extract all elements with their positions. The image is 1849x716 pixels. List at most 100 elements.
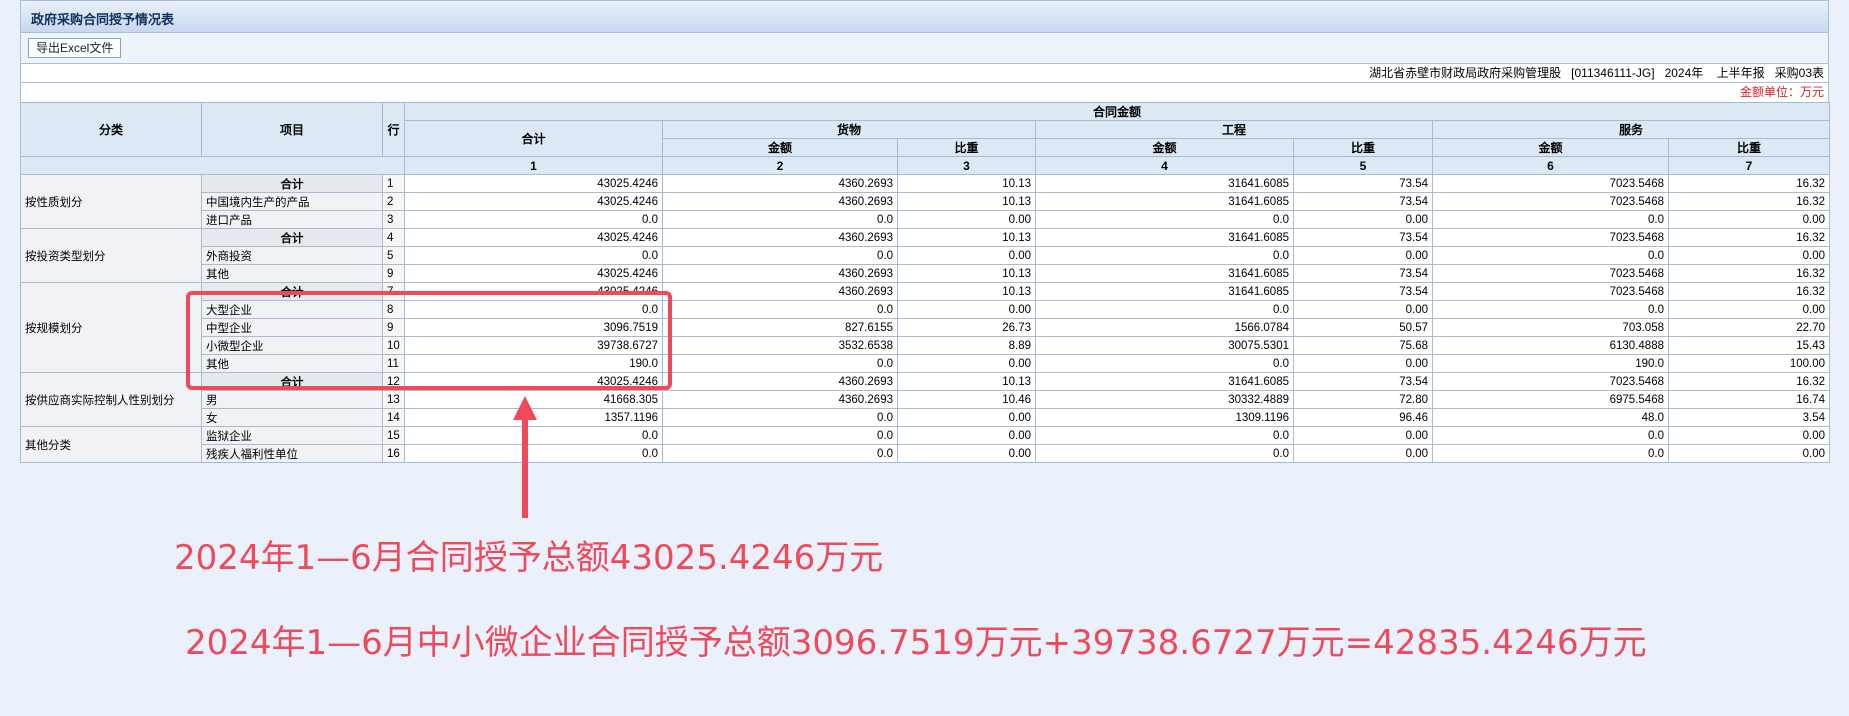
export-excel-button[interactable]: 导出Excel文件 [28, 38, 122, 58]
cell-total: 0.0 [404, 444, 663, 463]
cell-eng-ratio: 73.54 [1293, 264, 1433, 283]
cell-total: 43025.4246 [404, 192, 663, 211]
item-label: 残疾人福利性单位 [201, 444, 383, 463]
table-row: 其他 11 190.0 0.0 0.00 0.0 0.00 190.0 100.00 [21, 354, 1831, 373]
cell-eng-amount: 30332.4889 [1035, 390, 1294, 409]
cell-svc-ratio: 22.70 [1667, 318, 1831, 337]
header-contract-amount: 合同金额 [403, 102, 1831, 121]
cell-eng-amount: 31641.6085 [1035, 372, 1294, 391]
report-body: 按性质划分 合计 1 43025.4246 4360.2693 10.13 31641.60… [20, 174, 1831, 463]
cell-total: 0.0 [404, 246, 663, 265]
cell-eng-amount: 31641.6085 [1035, 192, 1294, 211]
cell-eng-amount: 31641.6085 [1035, 174, 1294, 193]
cell-goods-ratio: 0.00 [897, 426, 1036, 445]
row-number: 16 [382, 444, 405, 463]
item-label: 监狱企业 [201, 426, 383, 445]
row-number: 10 [382, 336, 405, 355]
cell-goods-amount: 4360.2693 [662, 264, 898, 283]
meta-year: 2024年 [1664, 66, 1704, 80]
cell-eng-amount: 1309.1196 [1035, 408, 1294, 427]
table-row: 其他 9 43025.4246 4360.2693 10.13 31641.6085 73.… [21, 264, 1831, 283]
cell-goods-ratio: 26.73 [897, 318, 1036, 337]
annotation-sme-total: 2024年1—6月中小微企业合同授予总额3096.7519万元+39738.67… [185, 623, 1647, 663]
table-row: 中国境内生产的产品 2 43025.4246 4360.2693 10.13 31641.… [21, 192, 1831, 211]
cell-eng-amount: 1566.0784 [1035, 318, 1294, 337]
cell-goods-ratio: 10.13 [897, 192, 1036, 211]
cell-svc-amount: 7023.5468 [1432, 282, 1669, 301]
cell-eng-ratio: 73.54 [1293, 228, 1433, 247]
category-label: 按供应商实际控制人性别划分 [20, 372, 202, 427]
window-title: 政府采购合同授予情况表 [31, 13, 175, 28]
cell-svc-amount: 7023.5468 [1432, 264, 1669, 283]
cell-eng-ratio: 0.00 [1293, 246, 1433, 265]
row-number: 3 [382, 210, 405, 229]
cell-eng-ratio: 0.00 [1293, 354, 1433, 373]
cell-eng-amount: 0.0 [1035, 210, 1294, 229]
cell-svc-ratio: 0.00 [1667, 246, 1831, 265]
item-label: 进口产品 [201, 210, 383, 229]
item-label: 男 [201, 390, 383, 409]
header-svc-ratio: 比重 [1667, 138, 1831, 157]
item-label: 中国境内生产的产品 [201, 192, 383, 211]
row-number: 9 [382, 264, 405, 283]
cell-total: 39738.6727 [404, 336, 663, 355]
cell-svc-ratio: 100.00 [1667, 354, 1831, 373]
cell-goods-amount: 4360.2693 [662, 372, 898, 391]
cell-svc-amount: 7023.5468 [1432, 372, 1669, 391]
cell-svc-ratio: 16.32 [1667, 192, 1831, 211]
item-label: 合计 [201, 372, 383, 391]
meta-org: 湖北省赤壁市财政局政府采购管理股 [1369, 66, 1562, 80]
cell-goods-amount: 0.0 [662, 444, 898, 463]
table-row: 小微型企业 10 39738.6727 3532.6538 8.89 30075.5301… [21, 336, 1831, 355]
cell-svc-ratio: 16.74 [1667, 390, 1831, 409]
cell-goods-amount: 4360.2693 [662, 390, 898, 409]
cell-eng-ratio: 73.54 [1293, 192, 1433, 211]
cell-svc-ratio: 0.00 [1667, 300, 1831, 319]
row-number: 14 [382, 408, 405, 427]
cell-eng-amount: 0.0 [1035, 444, 1294, 463]
cell-svc-amount: 0.0 [1432, 300, 1669, 319]
item-label: 小微型企业 [201, 336, 383, 355]
header-total: 合计 [404, 120, 663, 157]
cell-eng-amount: 30075.5301 [1035, 336, 1294, 355]
header-eng-amount: 金额 [1035, 138, 1294, 157]
report-meta-row: 湖北省赤壁市财政局政府采购管理股 [011346111-JG] 2024年 上半… [20, 63, 1829, 83]
row-number: 8 [382, 300, 405, 319]
header-services: 服务 [1431, 120, 1831, 139]
annotation-total: 2024年1—6月合同授予总额43025.4246万元 [174, 538, 884, 578]
header-category: 分类 [20, 102, 202, 157]
cell-goods-amount: 0.0 [662, 408, 898, 427]
category-label: 按规模划分 [20, 282, 202, 373]
cell-svc-amount: 0.0 [1432, 246, 1669, 265]
cell-goods-ratio: 10.13 [897, 174, 1036, 193]
item-label: 大型企业 [201, 300, 383, 319]
cell-svc-ratio: 16.32 [1667, 282, 1831, 301]
cell-eng-amount: 31641.6085 [1035, 282, 1294, 301]
cell-eng-amount: 0.0 [1035, 426, 1294, 445]
cell-eng-amount: 0.0 [1035, 354, 1294, 373]
cell-goods-amount: 0.0 [662, 354, 898, 373]
item-label: 合计 [201, 228, 383, 247]
cell-svc-ratio: 0.00 [1667, 426, 1831, 445]
cell-svc-amount: 7023.5468 [1432, 228, 1669, 247]
table-row: 大型企业 8 0.0 0.0 0.00 0.0 0.00 0.0 0.00 [21, 300, 1831, 319]
toolbar: 导出Excel文件 [20, 33, 1829, 63]
meta-period: 上半年报 [1716, 66, 1765, 80]
header-col-number-spacer [20, 156, 405, 175]
cell-goods-amount: 0.0 [662, 300, 898, 319]
cell-goods-amount: 4360.2693 [662, 192, 898, 211]
cell-total: 3096.7519 [404, 318, 663, 337]
cell-eng-amount: 0.0 [1035, 246, 1294, 265]
cell-total: 43025.4246 [404, 264, 663, 283]
table-row: 按供应商实际控制人性别划分 合计 12 43025.4246 4360.2693 10.1… [20, 372, 1831, 427]
cell-goods-ratio: 8.89 [897, 336, 1036, 355]
cell-goods-amount: 4360.2693 [662, 282, 898, 301]
cell-goods-ratio: 10.13 [897, 264, 1036, 283]
unit-row: 金额单位：万元 [20, 83, 1829, 102]
cell-svc-amount: 7023.5468 [1432, 192, 1669, 211]
table-row: 按投资类型划分 合计 4 43025.4246 4360.2693 10.13 31641.… [20, 228, 1831, 283]
cell-goods-ratio: 0.00 [897, 300, 1036, 319]
table-row: 男 13 41668.305 4360.2693 10.46 30332.4889 72.8… [21, 390, 1831, 409]
category-label: 按投资类型划分 [20, 228, 202, 283]
cell-goods-ratio: 10.46 [897, 390, 1036, 409]
